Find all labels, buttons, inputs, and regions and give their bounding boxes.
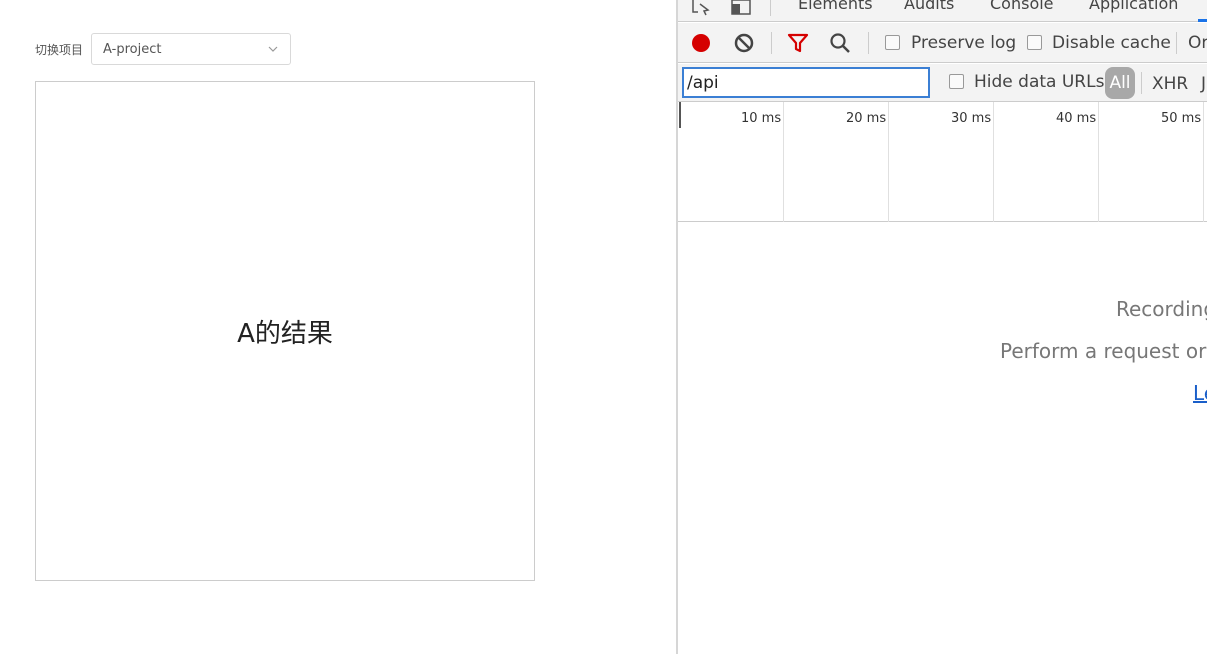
project-select-value: A-project [103, 41, 162, 57]
network-timeline-overview[interactable]: 10 ms 20 ms 30 ms 40 ms 50 ms [678, 102, 1207, 222]
result-panel: A的结果 [35, 81, 535, 581]
empty-state-hint: Perform a request or h [1000, 339, 1207, 363]
preserve-log-checkbox[interactable] [885, 35, 900, 50]
devtools-tab-bar: Elements Audits Console Application [678, 0, 1207, 22]
project-switch-row: 切换项目 A-project [35, 33, 292, 65]
filter-type-all[interactable]: All [1105, 67, 1135, 99]
hide-data-urls-checkbox[interactable] [949, 74, 964, 89]
tab-separator [770, 0, 771, 16]
network-empty-state [678, 223, 1207, 654]
device-toolbar-icon[interactable] [730, 0, 752, 16]
toolbar-separator [1176, 32, 1177, 54]
app-panel: 切换项目 A-project A的结果 [0, 0, 676, 654]
search-icon[interactable] [829, 32, 851, 54]
filter-type-js[interactable]: J [1201, 74, 1206, 94]
tab-elements[interactable]: Elements [798, 0, 873, 13]
disable-cache-label: Disable cache [1052, 33, 1171, 53]
chevron-down-icon [268, 46, 278, 52]
tab-application[interactable]: Application [1089, 0, 1178, 13]
filter-separator [1141, 72, 1142, 94]
network-filter-bar: /api Hide data URLs All XHR J [678, 64, 1207, 102]
timeline-tick-label: 50 ms [1161, 111, 1202, 126]
tab-console[interactable]: Console [990, 0, 1054, 13]
project-switch-label: 切换项目 [35, 42, 84, 57]
preserve-log-label: Preserve log [911, 33, 1017, 53]
project-select[interactable]: A-project [91, 33, 292, 65]
network-toolbar: Preserve log Disable cache Or [678, 23, 1207, 63]
result-text: A的结果 [237, 318, 333, 349]
timeline-tick-label: 10 ms [741, 111, 782, 126]
timeline-tick-label: 20 ms [846, 111, 887, 126]
devtools-panel: Elements Audits Console Application Pres… [676, 0, 1207, 654]
filter-input[interactable]: /api [682, 67, 930, 98]
disable-cache-checkbox[interactable] [1027, 35, 1042, 50]
hide-data-urls-label: Hide data URLs [974, 72, 1105, 92]
record-icon[interactable] [690, 32, 712, 54]
filter-type-xhr[interactable]: XHR [1152, 74, 1188, 94]
timeline-tick-label: 40 ms [1056, 111, 1097, 126]
timeline-tick-label: 30 ms [951, 111, 992, 126]
inspect-element-icon[interactable] [690, 0, 712, 16]
throttling-select[interactable]: Or [1188, 33, 1207, 53]
toolbar-separator [868, 32, 869, 54]
learn-more-link[interactable]: Le [1193, 381, 1207, 405]
filter-icon[interactable] [787, 32, 809, 54]
empty-state-title: Recording [1116, 297, 1207, 321]
clear-icon[interactable] [733, 32, 755, 54]
toolbar-separator [771, 32, 772, 54]
tab-network-active-indicator [1198, 19, 1207, 22]
tab-audits[interactable]: Audits [904, 0, 954, 13]
